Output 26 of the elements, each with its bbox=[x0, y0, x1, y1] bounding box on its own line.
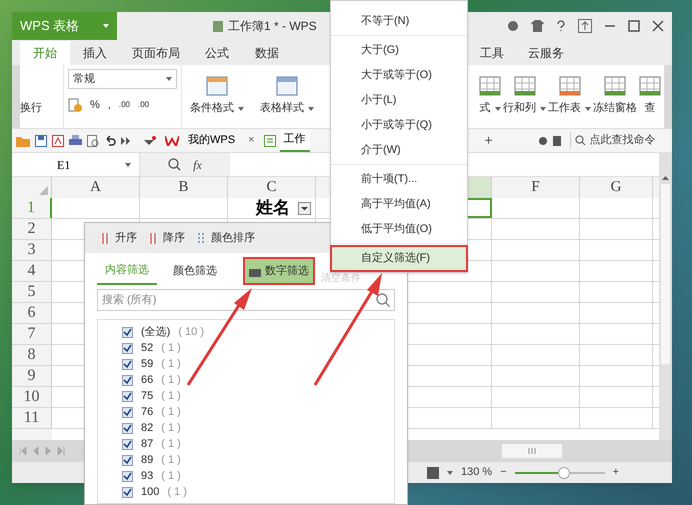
item-count: ( 10 ) bbox=[178, 324, 204, 340]
filter-item-label: 82 bbox=[141, 420, 154, 436]
filter-item-label: 75 bbox=[141, 388, 154, 404]
filter-item-label: 93 bbox=[141, 468, 154, 484]
filter-item-label: 89 bbox=[141, 452, 154, 468]
item-count: ( 1 ) bbox=[161, 388, 181, 404]
item-count: ( 1 ) bbox=[161, 340, 181, 356]
item-count: ( 1 ) bbox=[167, 484, 187, 500]
filter-item-label: 52 bbox=[141, 340, 154, 356]
filter-item-label: 87 bbox=[141, 436, 154, 452]
item-count: ( 1 ) bbox=[161, 356, 181, 372]
window-title: 工作簿1 * - WPS bbox=[228, 18, 317, 35]
item-count: ( 1 ) bbox=[161, 468, 181, 484]
item-count: ( 1 ) bbox=[161, 436, 181, 452]
wrap-label: 换行 bbox=[20, 100, 43, 116]
filter-item-label: 76 bbox=[141, 404, 154, 420]
filter-item-label: 100 bbox=[141, 484, 160, 500]
table-cell-text: 姓名 bbox=[256, 197, 290, 220]
item-count: ( 1 ) bbox=[161, 452, 181, 468]
item-count: ( 1 ) bbox=[161, 420, 181, 436]
zoom-level: 130 % bbox=[461, 465, 492, 480]
filter-item-label: 66 bbox=[141, 372, 154, 388]
filter-item-label: 59 bbox=[141, 356, 154, 372]
item-count: ( 1 ) bbox=[161, 372, 181, 388]
item-count: ( 1 ) bbox=[161, 404, 181, 420]
filter-item-label: (全选) bbox=[141, 324, 170, 340]
